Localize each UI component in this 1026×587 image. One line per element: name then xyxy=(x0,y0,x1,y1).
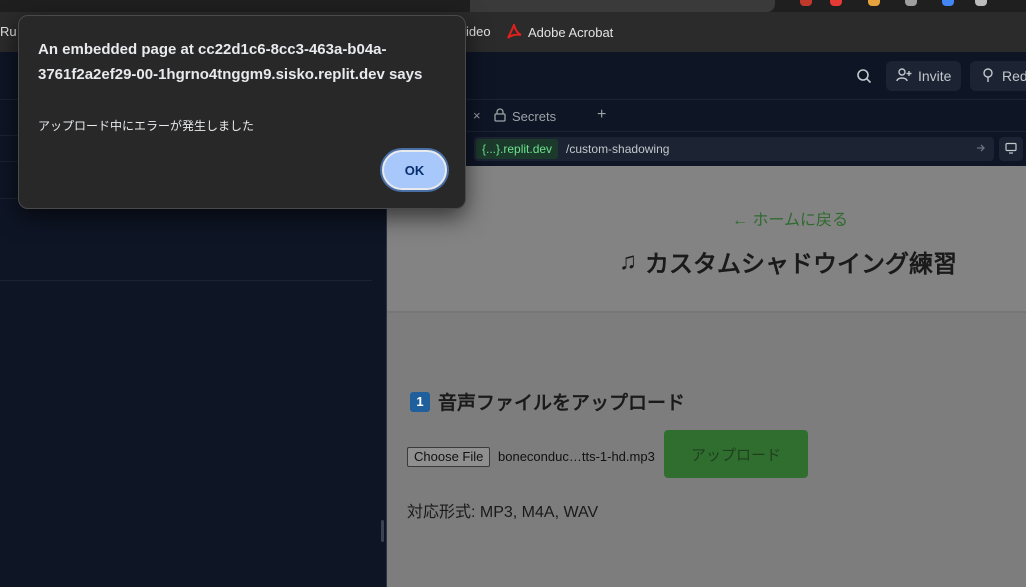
url-domain: {...}.replit.dev xyxy=(476,139,559,159)
tab-indicator-icon xyxy=(905,0,917,6)
arrow-right-icon[interactable] xyxy=(976,142,986,156)
deploy-label: Red xyxy=(1002,68,1026,84)
tab-indicator-icon xyxy=(942,0,954,6)
pane-tabs: × Secrets + xyxy=(387,100,1026,132)
upload-button[interactable]: アップロード xyxy=(664,430,808,478)
dialog-title: An embedded page at cc22d1c6-8cc3-463a-b… xyxy=(38,41,423,83)
invite-button[interactable]: Invite xyxy=(886,61,962,91)
supported-formats-text: 対応形式: MP3, M4A, WAV xyxy=(407,504,599,521)
page-header: ← ホームに戻る ♫ カスタムシャドウイング練習 xyxy=(387,166,1026,313)
section-title-text: 音声ファイルをアップロード xyxy=(438,393,686,414)
bookmark-label: ideo xyxy=(466,24,491,39)
choose-file-button[interactable]: Choose File xyxy=(407,447,491,467)
invite-label: Invite xyxy=(918,68,952,84)
close-icon[interactable]: × xyxy=(473,108,481,123)
bookmark-label: Ru xyxy=(0,24,17,39)
tab-indicator-icon xyxy=(800,0,812,6)
back-home-link[interactable]: ← ホームに戻る xyxy=(732,206,848,230)
tab-indicator-icon xyxy=(830,0,842,6)
deploy-button[interactable]: Red xyxy=(970,61,1026,91)
device-preview-button[interactable] xyxy=(999,137,1023,161)
dialog-message: アップロード中にエラーが発生しました xyxy=(38,119,255,133)
bookmark-label: Adobe Acrobat xyxy=(528,24,614,40)
resize-handle[interactable] xyxy=(381,520,384,542)
webview: ← ホームに戻る ♫ カスタムシャドウイング練習 1 音声ファイルをアップロード… xyxy=(387,166,1026,587)
selected-file-name: boneconduc…tts-1-hd.mp3 xyxy=(498,449,655,464)
webview-url-bar: {...}.replit.dev /custom-shadowing xyxy=(387,132,1026,166)
monitor-icon xyxy=(1005,142,1017,157)
tab-indicator-icon xyxy=(975,0,987,6)
add-user-icon xyxy=(896,67,912,86)
bookmark-adobe-acrobat[interactable]: Adobe Acrobat xyxy=(506,21,614,40)
alert-dialog: An embedded page at cc22d1c6-8cc3-463a-b… xyxy=(18,15,466,209)
screen: Ru ideo Adobe Acrobat Invite Red × Secre… xyxy=(0,0,1026,587)
url-path: /custom-shadowing xyxy=(566,142,670,156)
tab-indicator-icon xyxy=(868,0,880,6)
page-title: ♫ カスタムシャドウイング練習 xyxy=(619,244,957,279)
tab-secrets[interactable]: Secrets xyxy=(494,100,556,132)
ok-button[interactable]: OK xyxy=(382,150,447,190)
page-title-text: カスタムシャドウイング練習 xyxy=(645,251,957,278)
deploy-icon xyxy=(980,67,996,86)
adobe-acrobat-icon xyxy=(506,21,522,40)
number-one-icon: 1 xyxy=(410,391,430,412)
lock-icon xyxy=(494,107,506,125)
section-title: 1 音声ファイルをアップロード xyxy=(410,388,685,415)
music-note-icon: ♫ xyxy=(619,247,637,275)
tab-label: Secrets xyxy=(512,108,557,124)
url-input[interactable]: {...}.replit.dev /custom-shadowing xyxy=(474,137,994,161)
add-tab-button[interactable]: + xyxy=(597,106,606,124)
browser-tab[interactable] xyxy=(470,0,775,12)
browser-tabstrip xyxy=(0,0,1026,12)
bookmark-item[interactable]: Ru xyxy=(0,24,17,39)
divider xyxy=(0,280,372,281)
bookmark-item[interactable]: ideo xyxy=(466,24,491,39)
search-icon[interactable] xyxy=(856,68,872,84)
